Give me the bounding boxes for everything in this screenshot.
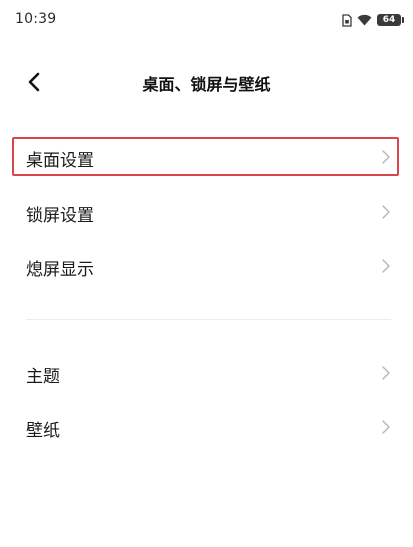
list-item-themes[interactable]: 主题 <box>0 350 413 396</box>
battery-icon: 64 <box>377 14 404 26</box>
chevron-right-icon <box>382 150 390 164</box>
list-item-label: 桌面设置 <box>26 151 94 171</box>
sim-card-icon <box>342 13 352 27</box>
chevron-right-icon <box>382 259 390 273</box>
chevron-right-icon <box>382 366 390 380</box>
list-item-label: 锁屏设置 <box>26 206 94 226</box>
chevron-right-icon <box>382 205 390 219</box>
list-item-label: 熄屏显示 <box>26 260 94 280</box>
list-item-desktop-settings[interactable]: 桌面设置 <box>0 134 413 180</box>
list-item-wallpaper[interactable]: 壁纸 <box>0 404 413 450</box>
list-item-lockscreen-settings[interactable]: 锁屏设置 <box>0 189 413 235</box>
list-item-label: 主题 <box>26 367 60 387</box>
status-time: 10:39 <box>15 11 57 27</box>
chevron-right-icon <box>382 420 390 434</box>
section-divider <box>26 319 391 320</box>
page-title: 桌面、锁屏与壁纸 <box>142 75 271 94</box>
status-bar: 10:39 64 <box>0 0 413 40</box>
status-icons: 64 <box>342 12 404 28</box>
list-item-always-on-display[interactable]: 熄屏显示 <box>0 243 413 289</box>
list-item-label: 壁纸 <box>26 421 60 441</box>
settings-screen: 10:39 64 桌面、锁屏与壁纸 桌面设置 锁屏设置 熄屏显示 主题 壁纸 <box>0 0 413 547</box>
header: 桌面、锁屏与壁纸 <box>0 60 413 104</box>
wifi-icon <box>357 14 372 26</box>
